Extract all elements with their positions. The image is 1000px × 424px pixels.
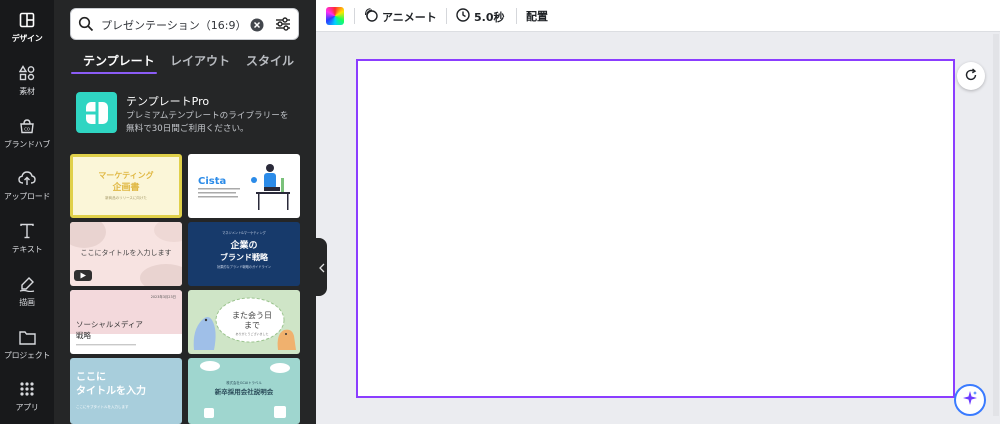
tab-layouts[interactable]: レイアウト <box>170 52 230 69</box>
template-title: ここに <box>76 371 106 383</box>
template-title: マーケティング <box>98 170 153 180</box>
template-subtitle: 効果的なブランド戦略のガイドライン <box>217 264 271 269</box>
template-title-2: まで <box>244 321 260 330</box>
animate-label: アニメート <box>382 10 437 24</box>
search-icon <box>78 16 94 36</box>
rail-label: 素材 <box>19 87 35 96</box>
sparkle-icon <box>962 390 978 410</box>
layout-icon <box>17 10 37 30</box>
template-kicker: マネジメント&マーケティング <box>222 230 266 235</box>
template-card-blue-title[interactable]: ここに タイトルを入力 ここにサブタイトルを入力します <box>70 358 182 424</box>
folder-icon <box>17 327 37 347</box>
draw-icon <box>17 274 37 294</box>
rail-item-design[interactable]: デザイン <box>0 10 54 54</box>
animate-icon <box>364 8 382 25</box>
toolbar-divider <box>516 8 517 24</box>
template-card-pink-title[interactable]: ここにタイトルを入力します <box>70 222 182 286</box>
toolbar-divider <box>354 8 355 24</box>
template-subtitle: ここにサブタイトルを入力します <box>76 404 129 409</box>
rail-item-text[interactable]: テキスト <box>0 221 54 265</box>
rail-label: テキスト <box>11 245 43 254</box>
template-kicker: 株式会社GCAIトラベル <box>226 380 262 385</box>
text-icon <box>17 221 37 241</box>
rail-label: アプリ <box>15 403 39 412</box>
template-card-cista[interactable]: Cista <box>188 154 300 218</box>
rail-item-projects[interactable]: プロジェクト <box>0 327 54 371</box>
template-title: ソーシャルメディア <box>76 319 143 329</box>
side-rail: デザイン 素材 co ブランドハブ アップロード テキスト 描画 プロジェクト … <box>0 0 54 424</box>
rail-item-apps[interactable]: アプリ <box>0 379 54 423</box>
rail-item-draw[interactable]: 描画 <box>0 274 54 318</box>
cloud-upload-icon <box>17 168 37 188</box>
design-panel: プレゼンテーション（16:9） テンプレート レイアウト スタイル テンプレート… <box>54 0 316 424</box>
template-card-marketing[interactable]: マーケティング 企画書 新商品のリリースに向けた <box>70 154 182 218</box>
template-title: また会う日 <box>232 310 272 320</box>
template-title: 新卒採用会社説明会 <box>215 387 274 396</box>
brand-icon: co <box>17 116 37 136</box>
clock-icon <box>456 8 474 25</box>
position-button[interactable]: 配置 <box>526 8 548 24</box>
magic-assistant-button[interactable] <box>954 384 986 416</box>
rail-label: ブランドハブ <box>3 140 51 149</box>
search-field[interactable]: プレゼンテーション（16:9） <box>70 8 299 40</box>
rail-label: 描画 <box>19 298 35 307</box>
tab-templates[interactable]: テンプレート <box>83 52 155 69</box>
template-card-brand-strategy[interactable]: マネジメント&マーケティング 企業の ブランド戦略 効果的なブランド戦略のガイド… <box>188 222 300 286</box>
rail-item-elements[interactable]: 素材 <box>0 63 54 107</box>
template-subtitle: 新商品のリリースに向けた <box>105 195 147 200</box>
toolbar-divider <box>446 8 447 24</box>
template-card-social-media[interactable]: 2023年3月23日 ソーシャルメディア 戦略 <box>70 290 182 354</box>
design-canvas-page[interactable] <box>356 59 955 398</box>
template-title: ここにタイトルを入力します <box>81 248 172 257</box>
rail-item-brand-hub[interactable]: co ブランドハブ <box>0 116 54 160</box>
canvas-scrollbar[interactable] <box>993 34 999 416</box>
promo-title: テンプレートPro <box>126 95 210 108</box>
refresh-icon <box>964 67 978 86</box>
active-tab-indicator <box>71 72 157 74</box>
clear-search-icon[interactable] <box>250 17 264 36</box>
regenerate-button[interactable] <box>957 62 985 90</box>
search-input[interactable]: プレゼンテーション（16:9） <box>101 17 246 33</box>
template-title-2: 企画書 <box>111 181 139 193</box>
collapse-panel-button[interactable] <box>316 238 327 296</box>
template-title-2: ブランド戦略 <box>220 252 269 262</box>
template-pro-logo-icon <box>76 92 117 133</box>
template-title-2: 戦略 <box>76 330 91 340</box>
pro-promo[interactable]: テンプレートPro プレミアムテンプレートのライブラリーを無料で30日間ご利用く… <box>76 92 306 138</box>
filter-icon[interactable] <box>275 16 291 36</box>
template-title: Cista <box>198 176 226 187</box>
template-date: 2023年3月23日 <box>151 294 176 299</box>
rail-label: アップロード <box>3 192 51 201</box>
position-label: 配置 <box>526 10 548 23</box>
rail-label: プロジェクト <box>3 351 51 360</box>
template-card-dinosaur[interactable]: また会う日 まで ありがとうございました <box>188 290 300 354</box>
template-title-2: タイトルを入力 <box>76 384 146 397</box>
tab-styles[interactable]: スタイル <box>246 52 294 69</box>
apps-icon <box>17 379 37 399</box>
shapes-icon <box>17 63 37 83</box>
duration-button[interactable]: 5.0秒 <box>456 8 505 25</box>
color-picker-button[interactable] <box>326 7 344 25</box>
template-subtitle: ありがとうございました <box>235 331 268 336</box>
template-card-recruit[interactable]: 株式会社GCAIトラベル 新卒採用会社説明会 <box>188 358 300 424</box>
chevron-left-icon <box>318 258 325 277</box>
editor-toolbar: アニメート 5.0秒 配置 <box>316 0 1000 32</box>
rail-label: デザイン <box>11 34 43 43</box>
svg-text:co: co <box>24 127 30 133</box>
promo-description: プレミアムテンプレートのライブラリーを無料で30日間ご利用ください。 <box>126 111 289 134</box>
animate-button[interactable]: アニメート <box>364 8 437 25</box>
editor-app: デザイン 素材 co ブランドハブ アップロード テキスト 描画 プロジェクト … <box>0 0 1000 424</box>
duration-label: 5.0秒 <box>474 10 505 24</box>
template-title: 企業の <box>229 239 257 251</box>
rail-item-uploads[interactable]: アップロード <box>0 168 54 212</box>
